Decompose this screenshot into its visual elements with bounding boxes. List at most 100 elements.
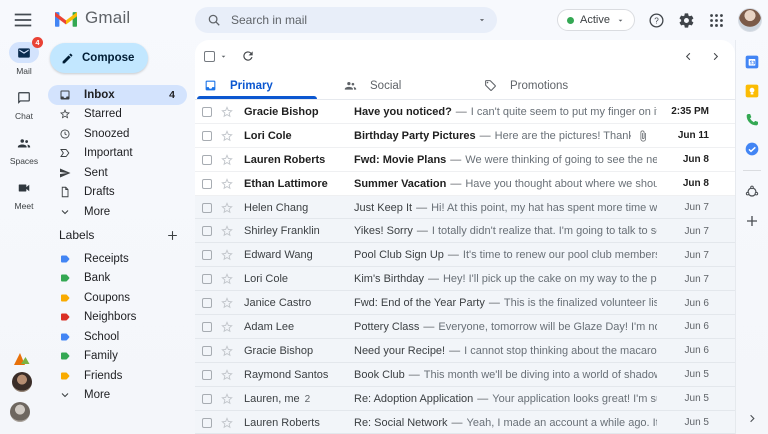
star-icon[interactable] — [220, 248, 234, 262]
email-snippet: Here are the pictures! Thanks so much fo… — [494, 129, 631, 142]
sidebar-item-starred[interactable]: Starred — [48, 105, 187, 125]
label-item-neighbors[interactable]: Neighbors — [48, 308, 187, 328]
addon-icon[interactable] — [744, 184, 760, 200]
row-checkbox[interactable] — [202, 369, 212, 380]
star-icon[interactable] — [220, 344, 234, 358]
newer-page-chevron-icon[interactable] — [683, 51, 694, 62]
select-caret-icon[interactable] — [219, 52, 228, 61]
email-subject: Kim's Birthday — [354, 273, 424, 286]
row-checkbox[interactable] — [202, 130, 212, 141]
label-tag-icon — [59, 370, 71, 382]
row-checkbox[interactable] — [202, 202, 212, 213]
tasks-app-icon[interactable] — [744, 141, 760, 157]
pencil-icon — [61, 52, 74, 65]
sidebar-item-snoozed[interactable]: Snoozed — [48, 124, 187, 144]
sidebar-item-sent[interactable]: Sent — [48, 163, 187, 183]
panel-expand-chevron-icon[interactable] — [747, 413, 758, 424]
voice-app-icon[interactable] — [744, 112, 760, 128]
tab-promotions[interactable]: Promotions — [475, 72, 615, 99]
email-row[interactable]: Lori Cole Kim's Birthday — Hey! I'll pick u… — [195, 267, 735, 292]
row-checkbox[interactable] — [202, 298, 212, 309]
email-subject: Re: Social Network — [354, 416, 448, 429]
row-checkbox[interactable] — [202, 345, 212, 356]
search-input[interactable] — [231, 13, 477, 27]
sidebar-item-inbox[interactable]: Inbox 4 — [48, 85, 187, 105]
search-bar[interactable] — [195, 7, 497, 33]
email-row[interactable]: Helen Chang Just Keep It — Hi! At this poin… — [195, 195, 735, 220]
label-item-bank[interactable]: Bank — [48, 269, 187, 289]
email-subject-snippet: Pool Club Sign Up — It's time to renew our… — [354, 249, 657, 261]
star-icon[interactable] — [220, 201, 234, 215]
label-item-friends[interactable]: Friends — [48, 366, 187, 386]
rail-item-mail[interactable]: 4 Mail — [9, 37, 43, 76]
label-item-receipts[interactable]: Receipts — [48, 249, 187, 269]
active-status-dot — [567, 16, 575, 24]
email-row[interactable]: Adam Lee Pottery Class — Everyone, tomorrow… — [195, 315, 735, 339]
search-options-caret-icon[interactable] — [477, 15, 487, 25]
settings-gear-icon[interactable] — [678, 12, 695, 29]
account-avatar[interactable] — [738, 8, 762, 32]
email-row[interactable]: Shirley Franklin Yikes! Sorry — I totally d… — [195, 219, 735, 244]
create-label-plus-icon[interactable] — [166, 229, 179, 242]
refresh-icon[interactable] — [241, 49, 255, 63]
row-checkbox[interactable] — [202, 417, 212, 428]
star-icon[interactable] — [220, 416, 234, 430]
email-row[interactable]: Ethan Lattimore Summer Vacation — Have you … — [195, 171, 735, 196]
tab-primary[interactable]: Primary — [195, 72, 335, 99]
star-icon[interactable] — [220, 296, 234, 310]
select-all-checkbox[interactable] — [204, 50, 215, 62]
tab-social[interactable]: Social — [335, 72, 475, 99]
row-checkbox[interactable] — [202, 393, 212, 404]
email-subject-snippet: Summer Vacation — Have you thought about w… — [354, 178, 657, 190]
older-page-chevron-icon[interactable] — [710, 51, 721, 62]
star-icon[interactable] — [220, 224, 234, 238]
email-row[interactable]: Gracie Bishop Need your Recipe! — I cannot … — [195, 338, 735, 363]
get-addons-plus-icon[interactable] — [744, 213, 760, 229]
sidebar-item-important[interactable]: Important — [48, 144, 187, 164]
calendar-app-icon[interactable] — [744, 54, 760, 70]
keep-app-icon[interactable] — [744, 83, 760, 99]
star-icon[interactable] — [220, 392, 234, 406]
status-selector[interactable]: Active — [557, 9, 635, 31]
google-apps-grid-icon[interactable] — [708, 12, 725, 29]
star-icon[interactable] — [220, 320, 234, 334]
email-row[interactable]: Janice Castro Fwd: End of the Year Party —… — [195, 291, 735, 316]
label-item-school[interactable]: School — [48, 327, 187, 347]
email-row[interactable]: Lori Cole Birthday Party Pictures — Here ar… — [195, 123, 735, 148]
label-item-coupons[interactable]: Coupons — [48, 288, 187, 308]
row-checkbox[interactable] — [202, 226, 212, 237]
row-checkbox[interactable] — [202, 154, 212, 165]
email-row[interactable]: Edward Wang Pool Club Sign Up — It's time t… — [195, 243, 735, 268]
rail-pill — [9, 132, 39, 153]
help-icon[interactable]: ? — [648, 12, 665, 29]
star-icon[interactable] — [220, 129, 234, 143]
star-icon[interactable] — [220, 153, 234, 167]
star-icon[interactable] — [220, 272, 234, 286]
sidebar-item-more[interactable]: More — [48, 202, 187, 222]
star-icon[interactable] — [220, 177, 234, 191]
star-icon[interactable] — [220, 368, 234, 382]
star-icon[interactable] — [220, 105, 234, 119]
labels-more[interactable]: More — [48, 386, 187, 406]
row-checkbox[interactable] — [202, 106, 212, 117]
email-sender: Ethan Lattimore — [244, 177, 328, 190]
rail-item-meet[interactable]: Meet — [9, 177, 39, 211]
email-subject-snippet: Book Club — This month we'll be diving int… — [354, 369, 657, 381]
rail-item-chat[interactable]: Chat — [9, 87, 39, 121]
email-row[interactable]: Lauren, me 2 Re: Adoption Application — Your… — [195, 386, 735, 411]
row-checkbox[interactable] — [202, 274, 212, 285]
row-checkbox[interactable] — [202, 178, 212, 189]
email-row[interactable]: Gracie Bishop Have you noticed? — I can't q… — [195, 100, 735, 124]
email-row[interactable]: Raymond Santos Book Club — This month we'll… — [195, 362, 735, 387]
compose-button[interactable]: Compose — [50, 43, 149, 73]
email-sender: Edward Wang — [244, 249, 313, 262]
email-row[interactable]: Lauren Roberts Re: Social Network — Yeah, I… — [195, 410, 735, 434]
row-checkbox[interactable] — [202, 250, 212, 261]
rail-item-spaces[interactable]: Spaces — [9, 132, 39, 166]
sidebar-item-drafts[interactable]: Drafts — [48, 183, 187, 203]
hamburger-menu-icon[interactable] — [12, 9, 34, 31]
label-item-family[interactable]: Family — [48, 347, 187, 367]
rail-item-label: Chat — [15, 111, 33, 121]
row-checkbox[interactable] — [202, 321, 212, 332]
email-row[interactable]: Lauren Roberts Fwd: Movie Plans — We were t… — [195, 147, 735, 172]
